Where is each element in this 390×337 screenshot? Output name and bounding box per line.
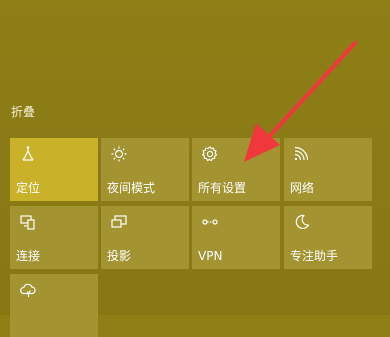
- tile-label: 网络: [290, 181, 315, 195]
- location-icon: [19, 145, 37, 163]
- moon-icon: [293, 213, 311, 231]
- cloud-sync-icon: [19, 281, 37, 299]
- vpn-icon: [201, 213, 219, 231]
- tile-all-settings[interactable]: 所有设置: [192, 138, 280, 201]
- tile-night-light[interactable]: 夜间模式: [101, 138, 189, 201]
- tile-focus-assist[interactable]: 专注助手: [284, 206, 372, 269]
- tile-label: 所有设置: [198, 181, 247, 195]
- tile-project[interactable]: 投影: [101, 206, 189, 269]
- tile-network[interactable]: 网络: [284, 138, 372, 201]
- collapse-link[interactable]: 折叠: [11, 104, 35, 120]
- gear-icon: [201, 145, 219, 163]
- tile-label: 定位: [16, 181, 41, 195]
- tile-location[interactable]: 定位: [10, 138, 98, 201]
- tile-vpn[interactable]: VPN: [192, 206, 280, 269]
- tile-cloud-sync[interactable]: [10, 274, 98, 337]
- tile-label: 夜间模式: [107, 181, 156, 195]
- brightness-icon: [110, 145, 128, 163]
- tile-label: VPN: [198, 249, 223, 263]
- tile-label: 专注助手: [290, 249, 339, 263]
- tile-connect[interactable]: 连接: [10, 206, 98, 269]
- tile-label: 投影: [107, 249, 132, 263]
- network-icon: [293, 145, 311, 163]
- connect-icon: [19, 213, 37, 231]
- tile-label: 连接: [16, 249, 41, 263]
- project-icon: [110, 213, 128, 231]
